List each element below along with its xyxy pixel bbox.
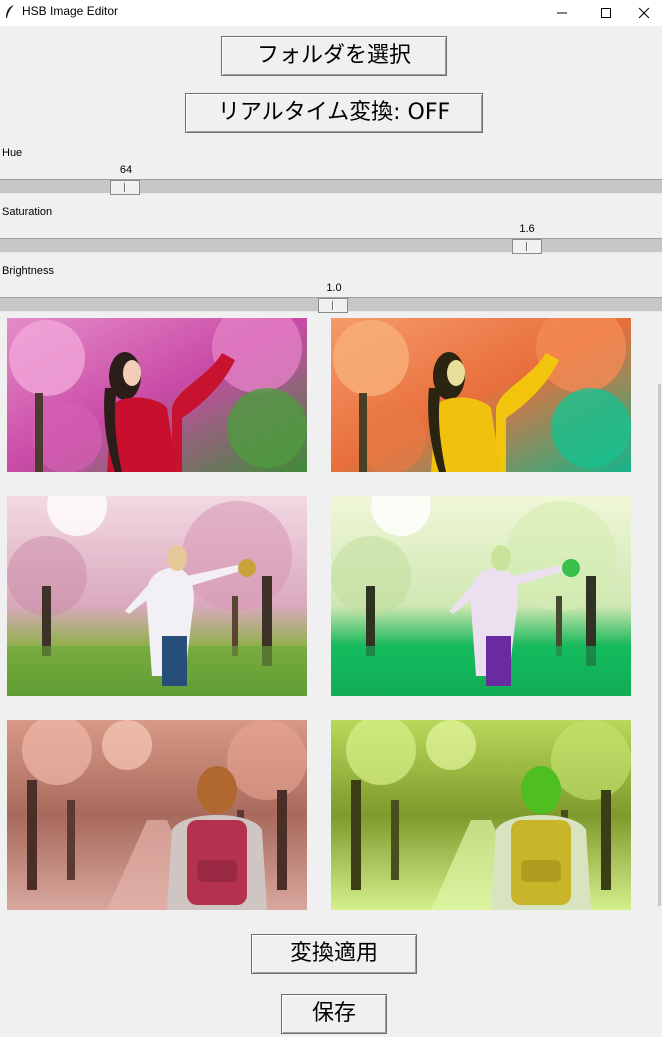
save-button[interactable]: 保存 [281,994,387,1034]
original-image-1 [7,318,307,472]
image-scrollbar-thumb[interactable] [658,384,661,906]
converted-image-3 [331,720,631,910]
select-folder-button[interactable]: フォルダを選択 [221,36,447,76]
original-image-3 [7,720,307,910]
close-icon [638,7,650,19]
brightness-slider[interactable] [0,297,662,313]
minimize-button[interactable] [539,0,585,26]
brightness-slider-thumb[interactable] [318,298,348,313]
apply-conversion-button[interactable]: 変換適用 [251,934,417,974]
hue-label: Hue [2,147,23,159]
hue-slider[interactable] [0,179,662,195]
converted-image-1 [331,318,631,472]
title-bar: HSB Image Editor [0,0,662,26]
window-title: HSB Image Editor [22,4,119,18]
realtime-toggle-button[interactable]: リアルタイム変換: OFF [185,93,483,133]
converted-image-2 [331,496,631,696]
feather-icon [6,5,14,18]
saturation-value: 1.6 [519,223,535,235]
original-image-2 [7,496,307,696]
saturation-slider-thumb[interactable] [512,239,542,254]
brightness-value: 1.0 [326,282,342,294]
saturation-slider[interactable] [0,238,662,254]
maximize-icon [601,8,611,18]
hue-value: 64 [119,164,133,176]
close-button[interactable] [621,0,662,26]
brightness-label: Brightness [2,265,54,277]
minimize-icon [557,12,567,14]
hue-slider-thumb[interactable] [110,180,140,195]
saturation-label: Saturation [2,206,53,218]
